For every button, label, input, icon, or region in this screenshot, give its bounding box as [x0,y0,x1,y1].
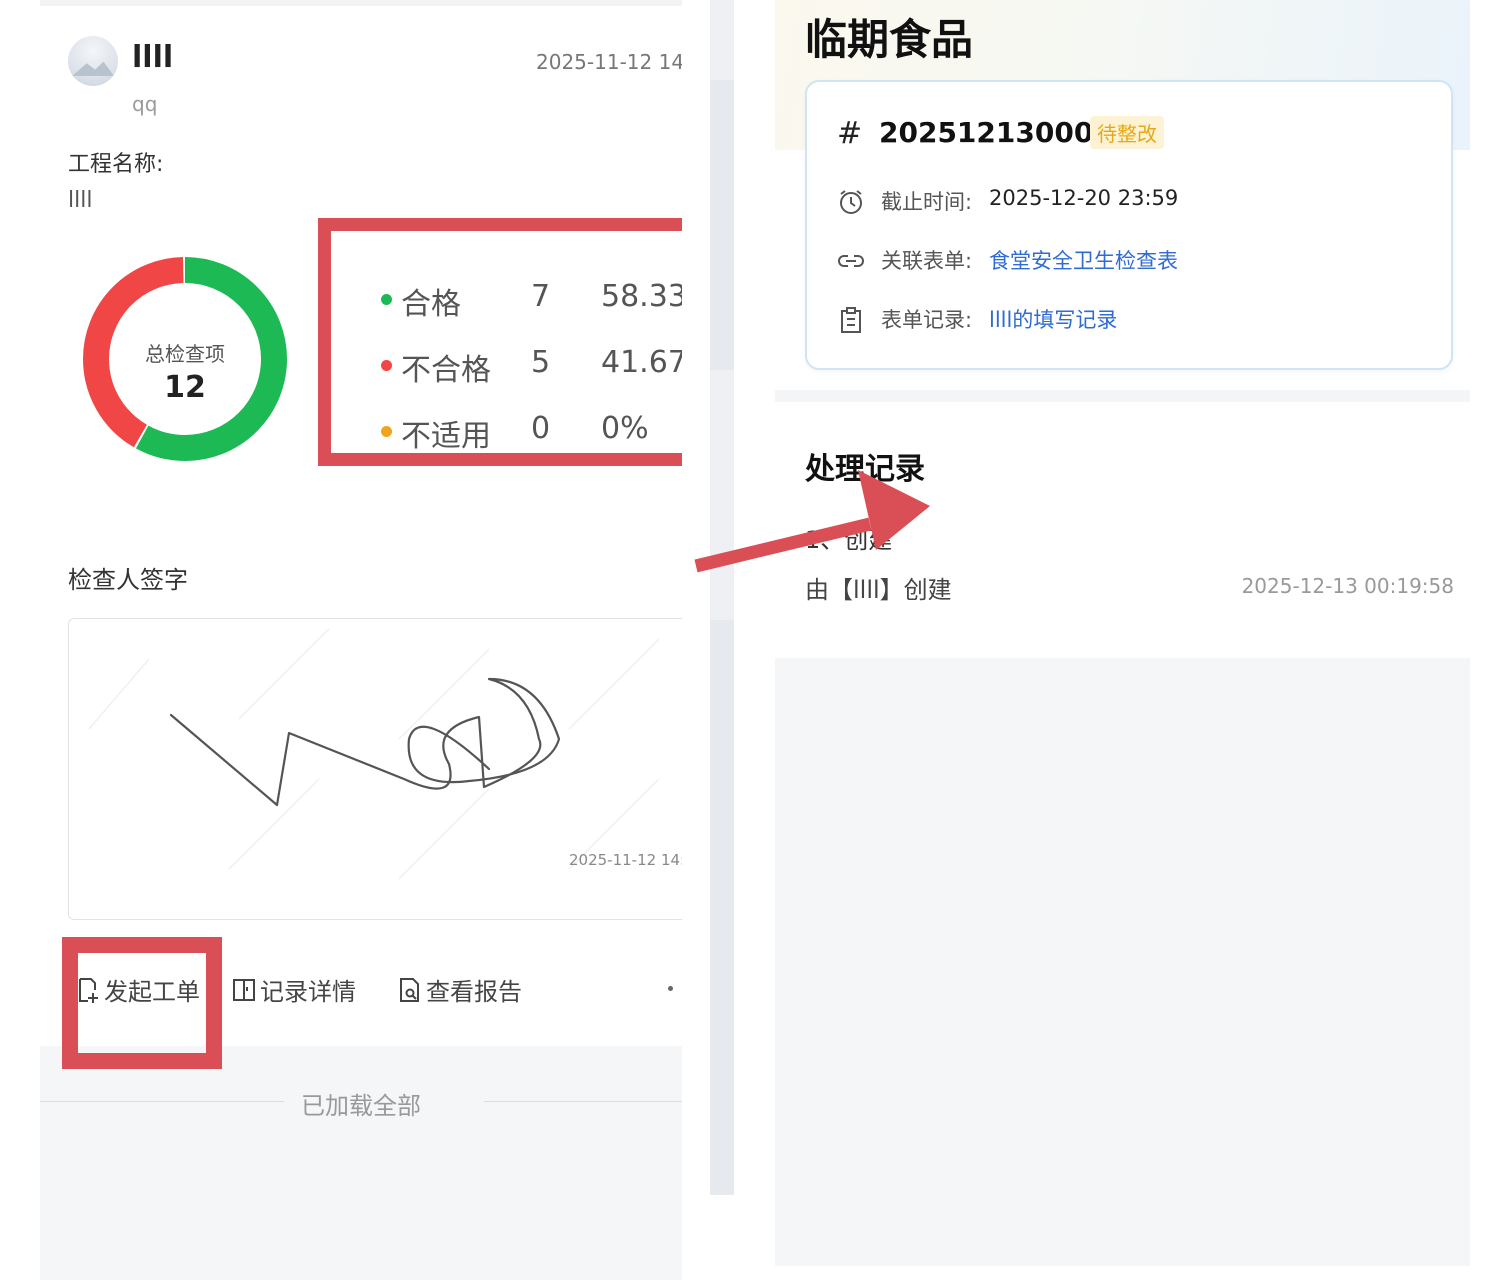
view-report-icon [400,978,419,1002]
stats-highlight-box: 合格 7 58.33 不合格 5 41.67 不适用 0 0% [318,218,682,466]
stat-row-fail: 不合格 5 41.67 [331,345,682,388]
signature-timestamp: 2025-11-12 14:52 [569,851,682,869]
clipboard-icon [841,307,861,333]
stat-label: 不合格 [401,353,491,388]
hash-icon: # [837,116,863,151]
user-name: llll [132,40,174,75]
form-record-label: 表单记录: [881,308,973,332]
section-divider [775,390,1470,402]
stat-count: 7 [531,279,551,314]
background-screen-strip [710,0,734,1195]
ticket-card: # 202512130001 待整改 截止时间: 2025-12-20 23:5… [805,80,1453,370]
project-name-value: llll [68,188,93,213]
record-step: 1、创建 [805,526,893,554]
stat-percent: 58.33 [601,279,682,314]
donut-center-value: 12 [164,370,206,405]
stat-percent: 0% [601,411,649,446]
records-title: 处理记录 [805,452,925,487]
page-title: 临期食品 [805,15,974,64]
signature-title: 检查人签字 [68,566,188,594]
fail-dot-icon [381,360,392,371]
list-footer-area [40,1046,682,1280]
avatar[interactable] [68,36,118,86]
right-screen: 临期食品 # 202512130001 待整改 截止时间: 2025-12-20… [775,0,1470,1280]
deadline-value: 2025-12-20 23:59 [989,186,1179,210]
top-strip [40,0,682,6]
na-dot-icon [381,426,392,437]
record-time: 2025-12-13 00:19:58 [1241,574,1454,598]
stat-count: 5 [531,345,551,380]
alarm-clock-icon [840,190,862,214]
stat-label: 合格 [401,287,461,322]
linked-form-label: 关联表单: [881,249,973,273]
view-report-label: 查看报告 [426,978,522,1006]
record-detail-icon [233,979,255,1001]
stat-row-na: 不适用 0 0% [331,411,682,453]
new-workorder-highlight-box [62,937,222,1069]
linked-form-link[interactable]: 食堂安全卫生检查表 [989,245,1178,275]
signature-image [88,628,660,880]
stat-percent: 41.67 [601,345,682,380]
record-timestamp: 2025-11-12 14:5 [536,50,682,74]
project-name-label: 工程名称: [68,152,164,177]
signature-box: 2025-11-12 14:52 [68,618,682,920]
status-badge: 待整改 [1090,116,1164,149]
pass-dot-icon [381,294,392,305]
loaded-all-text: 已加载全部 [301,1092,421,1120]
user-subtitle: qq [132,92,158,116]
record-detail-label: 记录详情 [260,978,356,1006]
empty-area [775,658,1470,1266]
stat-row-pass: 合格 7 58.33 [331,279,682,322]
record-text: 由【llll】创建 [805,576,952,604]
form-record-link[interactable]: llll的填写记录 [989,304,1117,334]
donut-center-label: 总检查项 [145,342,225,366]
link-icon [838,255,864,267]
stat-count: 0 [531,411,551,446]
stat-label: 不适用 [401,419,491,454]
left-screen: llll qq 2025-11-12 14:5 工程名称: llll 总检查项 … [40,0,682,1280]
more-icon[interactable] [668,986,673,991]
ticket-number: 202512130001 [879,116,1113,149]
deadline-label: 截止时间: [881,190,973,214]
